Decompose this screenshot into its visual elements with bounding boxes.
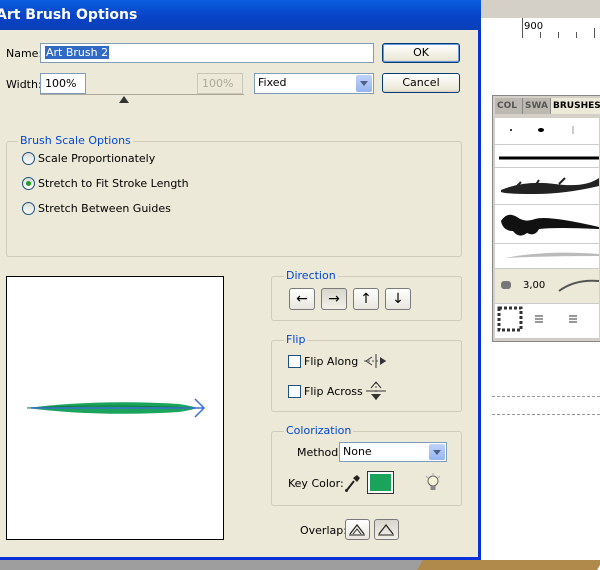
- name-field-value: Art Brush 2: [45, 46, 110, 59]
- stretch-between-guides-radio[interactable]: [22, 202, 35, 215]
- dialog-title: Art Brush Options: [0, 7, 138, 23]
- stretch-to-fit-radio[interactable]: [22, 177, 35, 190]
- arrow-right-icon: →: [328, 291, 340, 307]
- panel-tab-brushes[interactable]: BRUSHES: [551, 98, 600, 114]
- arrow-up-icon: ↑: [360, 291, 372, 307]
- flip-across-label: Flip Across: [304, 385, 363, 398]
- stretch-between-guides-label: Stretch Between Guides: [38, 202, 171, 215]
- scale-proportionately-radio[interactable]: [22, 152, 35, 165]
- brushes-panel: COL SWA BRUSHES 3,00: [492, 95, 600, 342]
- key-color-fill: [370, 474, 391, 491]
- brush-row-pattern[interactable]: [495, 304, 599, 339]
- overlap-adjust-icon: [349, 524, 365, 536]
- panel-tab-swatches[interactable]: SWA: [523, 98, 551, 114]
- flip-along-checkbox[interactable]: [288, 355, 301, 368]
- brush-row-calligraphic[interactable]: [495, 118, 599, 145]
- horizontal-ruler: 900: [480, 18, 600, 39]
- flip-title: Flip: [284, 333, 308, 346]
- width-mode-value: Fixed: [258, 76, 287, 89]
- method-select[interactable]: None: [339, 442, 447, 462]
- arrow-down-icon: ↓: [392, 291, 404, 307]
- width-label: Width:: [6, 78, 42, 91]
- scale-proportionately-label: Scale Proportionately: [38, 152, 156, 165]
- ok-button[interactable]: OK: [382, 43, 460, 63]
- stretch-to-fit-label: Stretch to Fit Stroke Length: [38, 177, 189, 190]
- overlap-none-icon: [378, 524, 394, 536]
- width-field[interactable]: 100%: [40, 73, 86, 94]
- direction-title: Direction: [284, 269, 338, 282]
- eyedropper-icon[interactable]: [343, 473, 361, 493]
- name-field[interactable]: Art Brush 2: [40, 43, 374, 63]
- flip-along-label: Flip Along: [304, 355, 359, 368]
- flip-along-icon: [364, 354, 388, 368]
- cancel-button[interactable]: Cancel: [382, 73, 460, 93]
- brush-scale-options-title: Brush Scale Options: [18, 134, 133, 147]
- overlap-adjust-button[interactable]: [345, 519, 370, 540]
- width-mode-select[interactable]: Fixed: [254, 73, 374, 94]
- overlap-none-button[interactable]: [374, 519, 399, 540]
- direction-right-button[interactable]: →: [321, 288, 347, 310]
- key-color-label: Key Color:: [288, 477, 344, 490]
- overlap-label: Overlap:: [300, 524, 347, 537]
- flip-across-checkbox[interactable]: [288, 385, 301, 398]
- direction-down-button[interactable]: ↓: [385, 288, 411, 310]
- direction-arrow-icon: [31, 398, 206, 418]
- tips-lightbulb-icon[interactable]: [424, 473, 442, 493]
- chevron-down-icon: [429, 444, 445, 460]
- brush-row-taper[interactable]: [495, 244, 599, 269]
- brush-row-charcoal[interactable]: [495, 168, 599, 205]
- brush-preview: [6, 276, 224, 540]
- dialog-title-bar[interactable]: Art Brush Options: [0, 0, 481, 30]
- art-brush-options-dialog: Art Brush Options Name: Art Brush 2 OK W…: [0, 0, 481, 560]
- width-slider-track[interactable]: [40, 94, 244, 95]
- method-label: Method:: [297, 446, 342, 459]
- chevron-down-icon: [356, 75, 372, 92]
- ruler-label: 900: [524, 21, 544, 32]
- direction-left-button[interactable]: ←: [289, 288, 315, 310]
- width-slider-thumb[interactable]: [119, 96, 129, 103]
- name-label: Name:: [6, 47, 43, 60]
- arrow-left-icon: ←: [296, 291, 308, 307]
- stroke-weight-value: 3,00: [523, 280, 546, 291]
- panel-tab-color[interactable]: COL: [495, 98, 523, 114]
- desktop-background: [417, 560, 600, 570]
- stroke-options-row: 3,00: [495, 269, 599, 304]
- width-variation-field: 100%: [197, 73, 243, 94]
- colorization-title: Colorization: [284, 424, 354, 437]
- brush-row-ornament[interactable]: [495, 205, 599, 244]
- direction-up-button[interactable]: ↑: [353, 288, 379, 310]
- brush-row-stroke[interactable]: [495, 145, 599, 168]
- flip-across-icon: [366, 381, 386, 400]
- key-color-swatch[interactable]: [367, 471, 394, 494]
- method-value: None: [343, 445, 372, 458]
